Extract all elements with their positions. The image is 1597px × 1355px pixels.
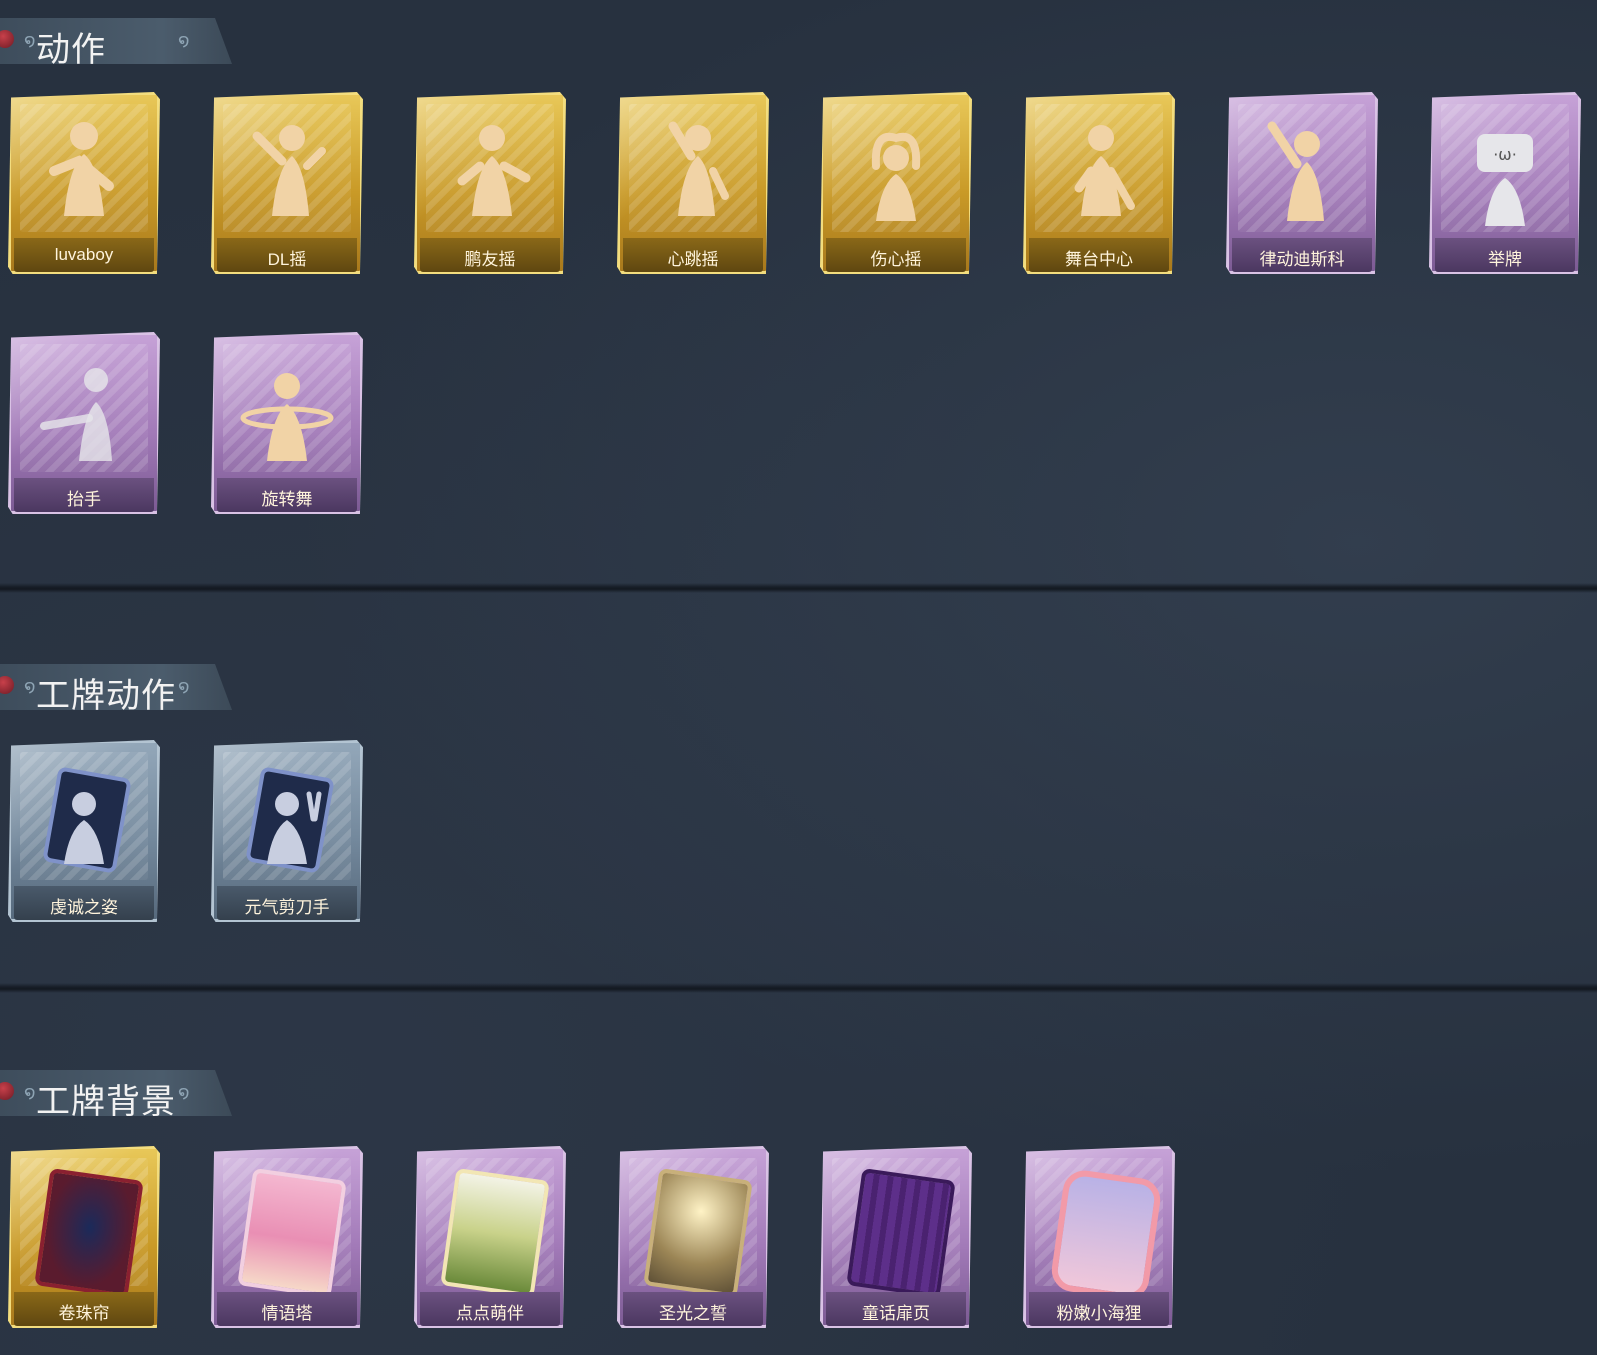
item-card[interactable]: 粉嫩小海狸 bbox=[1023, 1146, 1175, 1328]
dance-pose-icon bbox=[1074, 125, 1135, 216]
dance-pose-icon bbox=[457, 125, 531, 216]
item-card[interactable]: luvaboy bbox=[8, 92, 160, 274]
item-label: 举牌 bbox=[1488, 250, 1522, 269]
section-header-badge-actions: ໑ 工牌动作 ໑ bbox=[0, 664, 232, 710]
dance-pose-icon bbox=[252, 125, 326, 216]
item-label: 舞台中心 bbox=[1065, 250, 1133, 269]
pin-icon bbox=[0, 30, 14, 48]
item-card[interactable]: 卷珠帘 bbox=[8, 1146, 160, 1328]
swirl-icon: ໑ bbox=[178, 1082, 190, 1102]
item-card[interactable]: 童话扉页 bbox=[820, 1146, 972, 1328]
storybook-card-icon bbox=[846, 1168, 956, 1298]
item-card[interactable]: DL摇 bbox=[211, 92, 363, 274]
section-title: 动作 bbox=[36, 31, 106, 69]
item-label: 伤心摇 bbox=[870, 250, 922, 269]
section-header-badge-backgrounds: ໑ 工牌背景 ໑ bbox=[0, 1070, 232, 1116]
section-title: 工牌背景 bbox=[36, 1083, 176, 1121]
item-label: 点点萌伴 bbox=[456, 1304, 524, 1323]
section-badge-actions: ໑ 工牌动作 ໑ 虔诚之姿 元气剪刀手 bbox=[0, 664, 1597, 944]
dance-pose-icon bbox=[49, 122, 114, 216]
spin-dance-icon bbox=[240, 373, 334, 461]
pin-icon bbox=[0, 676, 14, 694]
section-actions: ໑ 动作 ໑ luvaboy DL摇 鹏友摇 心跳摇 伤心摇 舞台中心 律动迪斯… bbox=[0, 18, 1597, 518]
item-card[interactable]: 舞台中心 bbox=[1023, 92, 1175, 274]
pin-icon bbox=[0, 1082, 14, 1100]
sign-raise-icon: ·ω· bbox=[1477, 134, 1533, 226]
pink-beaver-card-icon bbox=[1048, 1167, 1164, 1303]
item-card[interactable]: 鹏友摇 bbox=[414, 92, 566, 274]
item-card[interactable]: 点点萌伴 bbox=[414, 1146, 566, 1328]
section-divider bbox=[0, 583, 1597, 593]
item-card[interactable]: 虔诚之姿 bbox=[8, 740, 160, 922]
swirl-icon: ໑ bbox=[178, 676, 190, 696]
item-label: 元气剪刀手 bbox=[244, 898, 330, 917]
item-label: 心跳摇 bbox=[667, 250, 719, 269]
item-card[interactable]: 元气剪刀手 bbox=[211, 740, 363, 922]
svg-text:·ω·: ·ω· bbox=[1493, 145, 1517, 164]
tower-card-icon bbox=[237, 1168, 347, 1298]
item-label: 旋转舞 bbox=[261, 490, 313, 509]
item-card[interactable]: 情语塔 bbox=[211, 1146, 363, 1328]
item-card[interactable]: 旋转舞 bbox=[211, 332, 363, 514]
item-label: 情语塔 bbox=[261, 1304, 313, 1323]
item-card[interactable]: 伤心摇 bbox=[820, 92, 972, 274]
meadow-card-icon bbox=[440, 1168, 550, 1298]
item-label: 童话扉页 bbox=[862, 1304, 930, 1323]
section-title: 工牌动作 bbox=[36, 677, 176, 715]
heart-hands-pose-icon bbox=[871, 132, 921, 221]
badge-peace-sign-icon bbox=[246, 767, 334, 873]
item-card[interactable]: 抬手 bbox=[8, 332, 160, 514]
badge-pose-icon bbox=[43, 767, 131, 873]
swirl-icon: ໑ bbox=[24, 1082, 36, 1102]
item-label: 抬手 bbox=[67, 490, 101, 509]
swirl-icon: ໑ bbox=[24, 30, 36, 50]
dance-pose-icon bbox=[668, 121, 729, 216]
section-divider bbox=[0, 983, 1597, 993]
hand-raise-icon bbox=[40, 368, 112, 461]
item-label: 粉嫩小海狸 bbox=[1056, 1304, 1142, 1323]
item-label: 律动迪斯科 bbox=[1259, 250, 1345, 269]
item-card[interactable]: 心跳摇 bbox=[617, 92, 769, 274]
item-label: 卷珠帘 bbox=[58, 1304, 110, 1323]
section-badge-backgrounds: ໑ 工牌背景 ໑ 卷珠帘 情语塔 点点萌伴 圣光之誓 童话扉页 粉嫩小海狸 bbox=[0, 1070, 1597, 1355]
swirl-icon: ໑ bbox=[24, 676, 36, 696]
section-header-actions: ໑ 动作 ໑ bbox=[0, 18, 232, 64]
holy-light-card-icon bbox=[643, 1168, 753, 1298]
item-label: 虔诚之姿 bbox=[50, 898, 118, 917]
item-label: luvaboy bbox=[54, 245, 114, 264]
item-label: 鹏友摇 bbox=[464, 250, 516, 269]
item-card[interactable]: 律动迪斯科 bbox=[1226, 92, 1378, 274]
disco-pose-icon bbox=[1267, 121, 1324, 221]
item-label: 圣光之誓 bbox=[659, 1304, 727, 1323]
item-label: DL摇 bbox=[267, 250, 307, 269]
item-card[interactable]: 圣光之誓 bbox=[617, 1146, 769, 1328]
item-card[interactable]: ·ω· 举牌 bbox=[1429, 92, 1581, 274]
swirl-icon: ໑ bbox=[178, 30, 190, 50]
curtain-card-icon bbox=[34, 1168, 144, 1298]
